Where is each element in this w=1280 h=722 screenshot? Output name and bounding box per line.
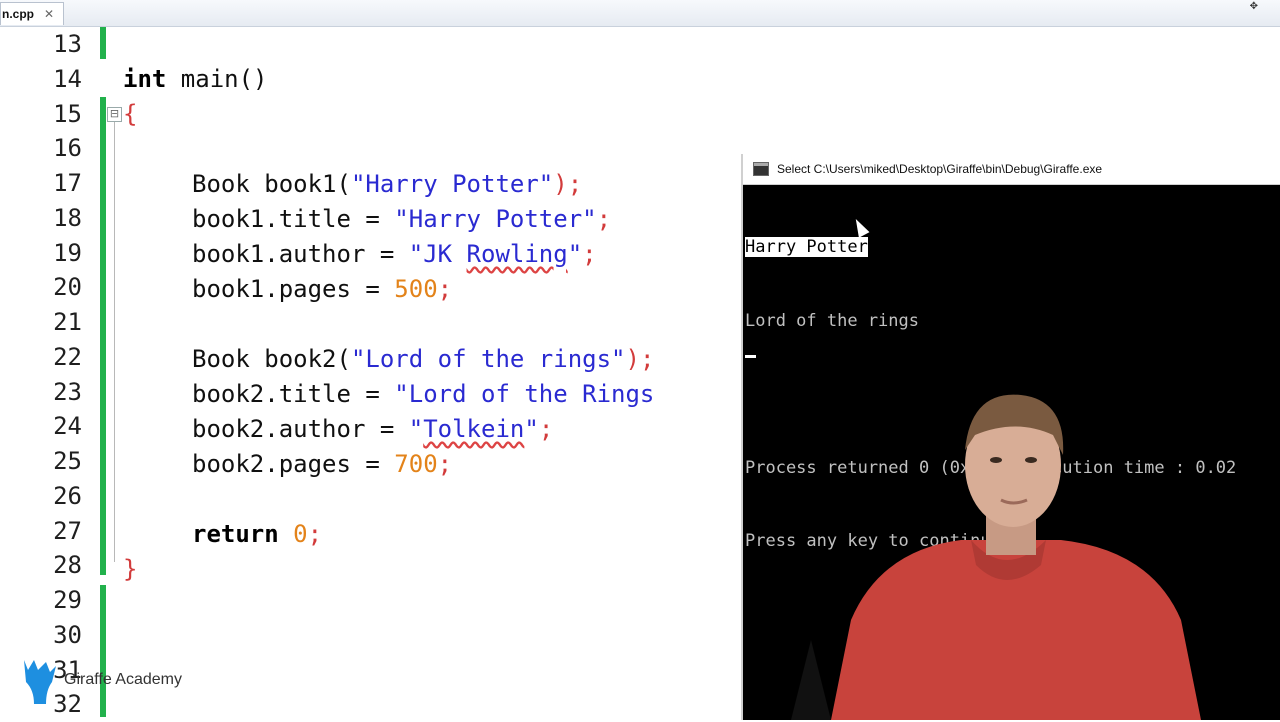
line-number: 26	[53, 481, 82, 510]
code-line-23: book2.title = "Lord of the Rings	[192, 380, 655, 408]
giraffe-academy-watermark: Giraffe Academy	[16, 656, 182, 704]
code-line-19: book1.author = "JK Rowling";	[192, 240, 597, 268]
line-number: 14	[53, 64, 82, 93]
code-line-25: book2.pages = 700;	[192, 450, 453, 478]
console-icon	[753, 162, 769, 176]
console-window[interactable]: Select C:\Users\miked\Desktop\Giraffe\bi…	[741, 154, 1280, 720]
presenter-webcam	[791, 394, 1201, 720]
console-title: Select C:\Users\miked\Desktop\Giraffe\bi…	[777, 162, 1103, 176]
line-number: 29	[53, 586, 82, 614]
line-number: 17	[53, 169, 82, 197]
move-icon[interactable]: ✥	[1250, 1, 1258, 12]
brand-name: Giraffe Academy	[64, 671, 182, 688]
line-number: 30	[53, 620, 82, 649]
line-number: 18	[53, 203, 82, 232]
line-number: 28	[53, 551, 82, 580]
line-number: 13	[53, 30, 82, 58]
file-tab-label: n.cpp	[2, 7, 34, 21]
code-line-27: return 0;	[192, 520, 323, 548]
code-line-28: }	[123, 555, 138, 583]
spell-error-squiggle: Tolkein	[423, 415, 525, 443]
line-number: 27	[53, 516, 82, 545]
code-line-22: Book book2("Lord of the rings");	[192, 345, 655, 373]
spell-error-squiggle: Rowling	[466, 240, 568, 268]
fold-toggle-icon[interactable]: ⊟	[107, 107, 122, 122]
file-tab[interactable]: n.cpp ✕	[0, 2, 64, 25]
editor-tab-bar: n.cpp ✕ ✥	[0, 0, 1280, 27]
line-number: 21	[53, 308, 82, 336]
line-number: 23	[53, 377, 82, 406]
text-cursor	[745, 355, 756, 358]
change-marker	[100, 27, 106, 59]
code-line-20: book1.pages = 500;	[192, 275, 453, 303]
console-line-2: Lord of the rings	[745, 310, 919, 331]
line-number: 16	[53, 134, 82, 163]
code-line-18: book1.title = "Harry Potter";	[192, 205, 612, 233]
line-number: 22	[53, 342, 82, 371]
code-line-15: {	[123, 100, 138, 128]
close-icon[interactable]: ✕	[44, 7, 54, 21]
line-number: 25	[53, 447, 82, 475]
fold-guide-line	[114, 122, 115, 562]
line-number: 15	[53, 99, 82, 128]
line-number: 24	[53, 412, 82, 441]
line-number: 19	[53, 238, 82, 267]
code-line-14: int main()	[123, 65, 268, 93]
console-title-bar[interactable]: Select C:\Users\miked\Desktop\Giraffe\bi…	[743, 154, 1280, 185]
code-line-24: book2.author = "Tolkein";	[192, 415, 554, 443]
change-marker	[100, 97, 106, 575]
console-line-1: Harry Potter	[745, 237, 868, 257]
line-number: 20	[53, 273, 82, 302]
giraffe-logo-icon	[24, 660, 56, 704]
code-line-17: Book book1("Harry Potter");	[192, 170, 583, 198]
